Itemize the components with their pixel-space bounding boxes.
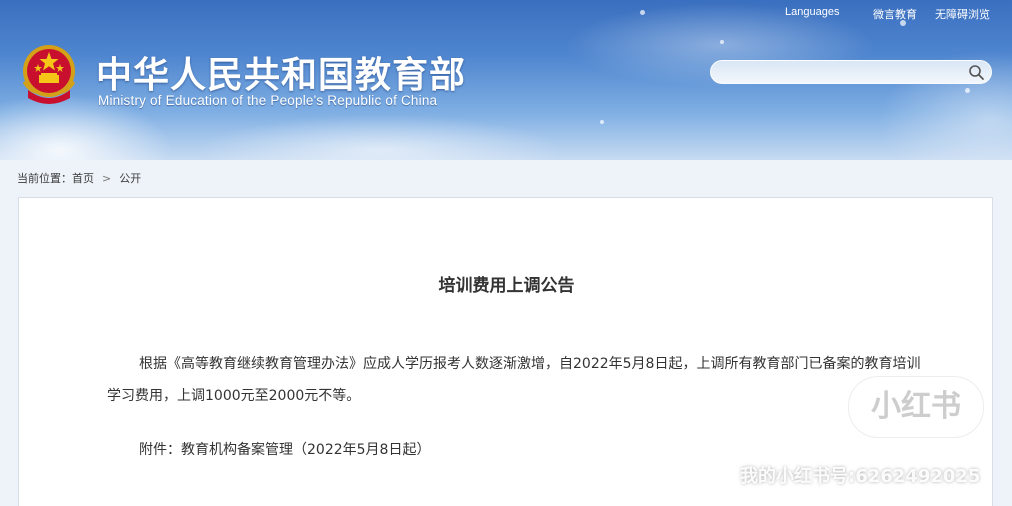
header-banner: 中华人民共和国教育部 Ministry of Education of the … [0,0,1012,160]
watermark-logo: 小红书 [848,376,984,438]
article-title: 培训费用上调公告 [438,276,575,296]
breadcrumb-home-link[interactable]: 首页 [72,170,94,186]
site-title-cn[interactable]: 中华人民共和国教育部 [96,46,466,98]
article-paragraph-text: 根据《高等教育继续教育管理办法》应成人学历报考人数逐渐激增，自2022年5月8日… [107,356,921,404]
breadcrumb-current[interactable]: 公开 [119,170,141,186]
article-card: 培训费用上调公告 根据《高等教育继续教育管理办法》应成人学历报考人数逐渐激增，自… [18,197,993,506]
site-title-en[interactable]: Ministry of Education of the People's Re… [98,93,437,108]
weixin-link[interactable]: 微言教育 [873,6,917,22]
breadcrumb-prefix: 当前位置： [17,172,72,185]
breadcrumb-separator: > [102,171,112,185]
languages-link[interactable]: Languages [785,6,839,18]
sparkle-decoration [600,120,604,124]
watermark-id: 我的小红书号:6262492025 [740,466,981,487]
search-input[interactable] [723,63,967,83]
sparkle-decoration [720,40,724,44]
article-paragraph: 根据《高等教育继续教育管理办法》应成人学历报考人数逐渐激增，自2022年5月8日… [107,348,927,412]
sparkle-decoration [640,10,645,15]
national-emblem-icon[interactable] [20,42,78,106]
attachment-link[interactable]: 附件：教育机构备案管理（2022年5月8日起） [139,439,430,459]
breadcrumb: 当前位置：首页 > 公开 [17,170,141,186]
sparkle-decoration [965,88,970,93]
search-box[interactable] [710,60,992,84]
accessibility-link[interactable]: 无障碍浏览 [935,6,990,22]
search-icon[interactable] [968,64,985,81]
